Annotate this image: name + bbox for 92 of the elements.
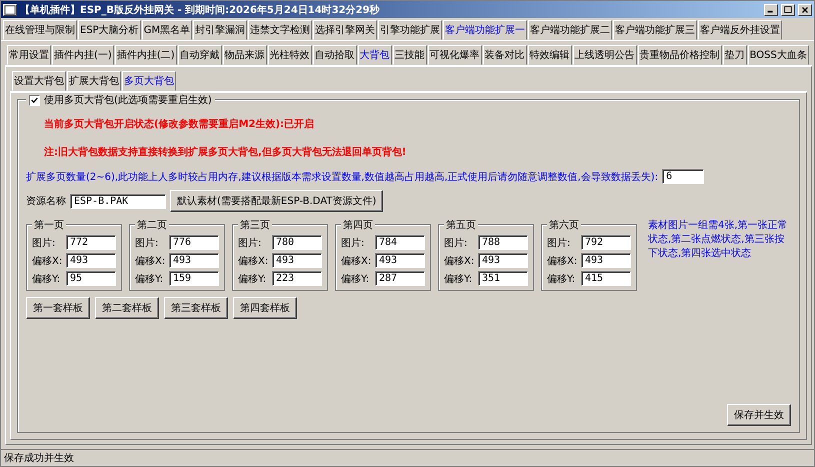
field-label: 偏移X:: [238, 254, 270, 268]
minimize-icon[interactable]: [764, 4, 778, 16]
input-field[interactable]: 784: [375, 235, 425, 250]
input-field[interactable]: 493: [375, 253, 425, 268]
input-field[interactable]: 159: [169, 271, 219, 286]
tab[interactable]: 物品来源: [222, 45, 267, 65]
field-label: 偏移Y:: [444, 272, 474, 286]
tab[interactable]: 多页大背包: [122, 71, 176, 91]
tab[interactable]: 选择引擎网关: [313, 20, 378, 40]
tab[interactable]: 插件内挂(一): [52, 45, 114, 65]
tab[interactable]: 引擎功能扩展: [378, 20, 442, 40]
tab[interactable]: 扩展大背包: [67, 71, 121, 91]
tab[interactable]: 三技能: [392, 45, 427, 65]
field-label: 图片:: [444, 236, 468, 250]
save-button[interactable]: 保存并生效: [727, 404, 791, 426]
field-label: 图片:: [547, 236, 572, 250]
tab[interactable]: 客户端功能扩展三: [613, 20, 698, 40]
field-label: 偏移X:: [341, 254, 372, 268]
page-title: 第六页: [547, 218, 581, 232]
status-text: 当前多页大背包开启状态(修改参数需要重启M2生效):已开启: [44, 117, 316, 132]
input-field[interactable]: 493: [169, 253, 219, 268]
tab[interactable]: 上线透明公告: [572, 45, 637, 65]
tab[interactable]: 客户端功能扩展一: [443, 20, 528, 40]
tab[interactable]: BOSS大血条: [748, 45, 809, 65]
input-field[interactable]: 415: [581, 271, 631, 286]
field-label: 图片:: [32, 236, 56, 250]
tab[interactable]: GM黑名单: [142, 20, 192, 40]
field-label: 偏移Y:: [32, 272, 62, 286]
page-count-label: 扩展多页数量(2~6),此功能上人多时较占用内存,建议根据版本需求设置数量,数值越高占用越高,正式使用后请勿随意调整数值,会导致数据丢失):: [26, 170, 658, 184]
tab[interactable]: ESP大脑分析: [78, 20, 141, 40]
template-button[interactable]: 第四套样板: [233, 297, 297, 319]
template-button[interactable]: 第三套样板: [164, 297, 228, 319]
input-field[interactable]: 776: [169, 235, 219, 250]
input-field[interactable]: 493: [478, 253, 528, 268]
default-assets-button[interactable]: 默认素材(需要搭配最新ESP-B.DAT资源文件): [170, 190, 384, 212]
input-field[interactable]: 493: [581, 253, 631, 268]
window-title: 【单机插件】ESP_B版反外挂网关 - 到期时间:2026年5月24日14时32分29秒: [20, 4, 381, 16]
field-label: 偏移X:: [547, 254, 578, 268]
status-bar-text: 保存成功并生效: [4, 452, 74, 465]
tab[interactable]: 常用设置: [7, 45, 51, 65]
template-button[interactable]: 第二套样板: [95, 297, 159, 319]
page-title: 第四页: [341, 218, 375, 232]
field-label: 图片:: [341, 236, 366, 250]
page-title: 第三页: [238, 218, 272, 232]
field-label: 图片:: [135, 236, 160, 250]
tab[interactable]: 违禁文字检测: [248, 20, 312, 40]
resource-label: 资源名称: [26, 195, 66, 208]
template-button[interactable]: 第一套样板: [26, 297, 90, 319]
tab[interactable]: 装备对比: [482, 45, 527, 65]
input-field[interactable]: 772: [66, 235, 116, 250]
input-field[interactable]: 792: [581, 235, 631, 250]
tab[interactable]: 垫刀: [722, 45, 747, 65]
resource-field[interactable]: ESP-B.PAK: [70, 194, 166, 208]
page-count-field[interactable]: 6: [662, 169, 704, 184]
field-label: 偏移Y:: [547, 272, 576, 286]
page-title: 第二页: [135, 218, 169, 232]
field-label: 偏移Y:: [238, 272, 268, 286]
input-field[interactable]: 223: [272, 271, 322, 286]
tab[interactable]: 在线管理与限制: [3, 20, 77, 40]
tab[interactable]: 客户端反外挂设置: [698, 20, 782, 40]
tab[interactable]: 设置大背包: [12, 71, 66, 91]
checkbox[interactable]: [29, 94, 40, 106]
tab[interactable]: 可视化爆率: [428, 45, 482, 65]
tab[interactable]: 贵重物品价格控制: [638, 45, 722, 65]
field-label: 偏移X:: [444, 254, 476, 268]
tab[interactable]: 封引擎漏洞: [193, 20, 248, 40]
app-icon: [3, 4, 17, 16]
close-icon[interactable]: [798, 4, 812, 16]
warning-text: 注:旧大背包数据支持直接转换到扩展多页大背包,但多页大背包无法退回单页背包!: [44, 145, 408, 160]
maximize-icon[interactable]: [781, 4, 795, 16]
field-label: 偏移X:: [135, 254, 166, 268]
input-field[interactable]: 493: [66, 253, 116, 268]
field-label: 偏移X:: [32, 254, 64, 268]
input-field[interactable]: 493: [272, 253, 322, 268]
field-label: 图片:: [238, 236, 262, 250]
tab[interactable]: 特效编辑: [528, 45, 572, 65]
tab[interactable]: 自动穿戴: [178, 45, 222, 65]
note-text: 素材图片一组需4张,第一张正常状态,第二张点燃状态,第三张按下状态,第四张选中状态: [648, 218, 789, 260]
input-field[interactable]: 95: [66, 271, 116, 286]
tab[interactable]: 自动拾取: [312, 45, 357, 65]
input-field[interactable]: 788: [478, 235, 528, 250]
tab[interactable]: 光柱特效: [268, 45, 312, 65]
tab[interactable]: 大背包: [358, 45, 392, 65]
page-title: 第五页: [444, 218, 478, 232]
tab[interactable]: 插件内挂(二): [114, 45, 177, 65]
field-label: 偏移Y:: [135, 272, 164, 286]
field-label: 偏移Y:: [341, 272, 370, 286]
page-title: 第一页: [32, 218, 66, 232]
tab[interactable]: 客户端功能扩展二: [528, 20, 612, 40]
input-field[interactable]: 287: [375, 271, 425, 286]
input-field[interactable]: 780: [272, 235, 322, 250]
input-field[interactable]: 351: [478, 271, 528, 286]
